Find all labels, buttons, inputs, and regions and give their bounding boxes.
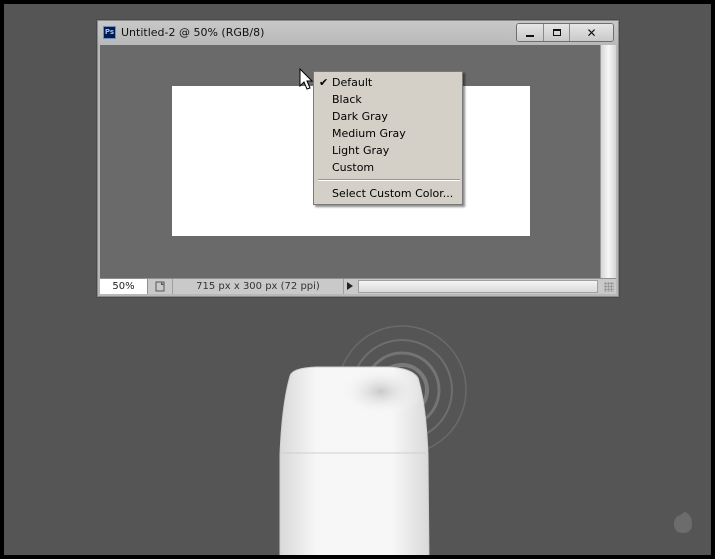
menu-item-label: Light Gray	[332, 144, 390, 157]
menu-item-label: Custom	[332, 161, 375, 174]
menu-item-black[interactable]: Black	[314, 91, 462, 108]
menu-item-light-gray[interactable]: Light Gray	[314, 142, 462, 159]
menu-item-custom[interactable]: Custom	[314, 159, 462, 176]
minimize-icon	[526, 34, 534, 37]
background-color-context-menu: ✔ Default Black Dark Gray Medium Gray Li…	[313, 71, 463, 205]
mouse-pointer-icon	[299, 68, 313, 90]
menu-item-medium-gray[interactable]: Medium Gray	[314, 125, 462, 142]
menu-separator	[318, 179, 460, 181]
document-info-icon[interactable]	[150, 280, 170, 293]
stage-background: Ps Untitled-2 @ 50% (RGB/8) ✕ 50% 715 px…	[4, 4, 711, 555]
window-controls: ✕	[516, 23, 614, 42]
menu-item-default[interactable]: ✔ Default	[314, 74, 462, 91]
menu-item-label: Default	[332, 76, 373, 89]
close-icon: ✕	[586, 25, 597, 40]
window-titlebar[interactable]: Ps Untitled-2 @ 50% (RGB/8) ✕	[98, 21, 618, 45]
maximize-button[interactable]	[543, 24, 569, 41]
window-title: Untitled-2 @ 50% (RGB/8)	[121, 26, 265, 39]
maximize-icon	[552, 29, 561, 36]
right-click-mouse-illustration	[279, 366, 430, 555]
status-bar: 50% 715 px x 300 px (72 ppi)	[100, 278, 616, 294]
document-dimensions: 715 px x 300 px (72 ppi)	[172, 279, 344, 294]
menu-item-label: Black	[332, 93, 362, 106]
resize-grip-icon[interactable]	[604, 282, 614, 292]
menu-item-label: Select Custom Color...	[332, 187, 454, 200]
vertical-scrollbar[interactable]	[600, 45, 616, 278]
zoom-level-field[interactable]: 50%	[100, 279, 148, 294]
close-button[interactable]: ✕	[569, 24, 613, 41]
menu-item-dark-gray[interactable]: Dark Gray	[314, 108, 462, 125]
menu-item-label: Medium Gray	[332, 127, 406, 140]
horizontal-scrollbar[interactable]	[358, 280, 598, 293]
minimize-button[interactable]	[517, 24, 543, 41]
photoshop-icon: Ps	[103, 26, 116, 39]
menu-item-label: Dark Gray	[332, 110, 388, 123]
menu-item-select-custom-color[interactable]: Select Custom Color...	[314, 185, 462, 202]
brand-logo-icon	[674, 512, 692, 533]
checkmark-icon: ✔	[319, 76, 329, 89]
status-menu-arrow-icon[interactable]	[347, 282, 353, 290]
